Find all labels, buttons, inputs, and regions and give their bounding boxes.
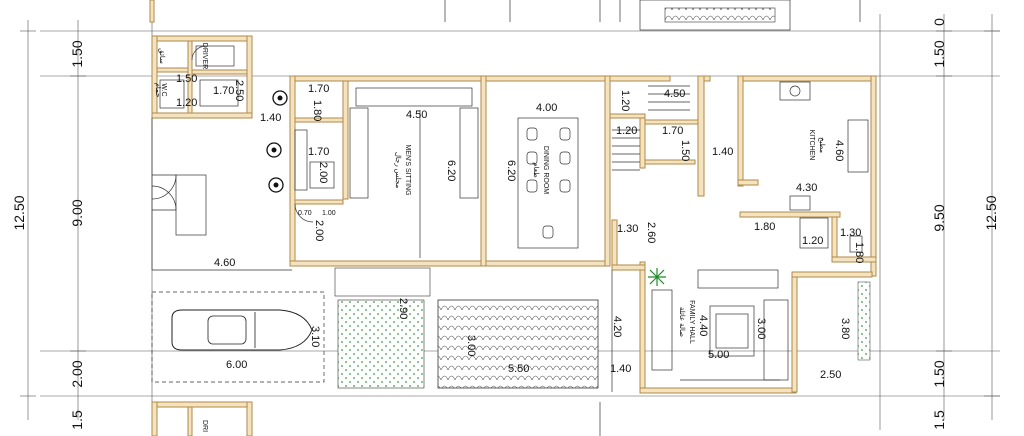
kitchen-label-ar: مطبخ — [818, 137, 826, 153]
plants-left — [266, 90, 288, 193]
left-dim-cut: 1.5 — [69, 410, 85, 430]
right-dim-top-small: 0 — [931, 18, 947, 26]
family-label: FAMILY HALL — [688, 300, 695, 344]
right-dim-cut: 1.5 — [931, 410, 947, 430]
dim-core-450: 4.50 — [664, 88, 685, 100]
dim-pool-300: 3.00 — [465, 335, 477, 356]
driver-label: DRIVER — [201, 43, 208, 69]
left-dim-bottom: 2.00 — [69, 360, 85, 387]
left-dim-total: 12.50 — [11, 195, 27, 230]
dim-mens-170: 1.70 — [308, 83, 329, 95]
dim-dining-400: 4.00 — [536, 102, 557, 114]
dim-mens-100: 1.00 — [322, 210, 336, 217]
garden-right — [857, 281, 871, 361]
dim-driver-2: 1.20 — [176, 97, 197, 109]
dim-mens-620: 6.20 — [445, 160, 457, 181]
dim-driver-4: 2.50 — [233, 80, 245, 101]
dining-label-ar: طعام — [532, 162, 540, 178]
top-neighbour — [149, 0, 861, 31]
driver-label-ar: سائق — [158, 48, 166, 64]
right-dim-middle: 9.50 — [931, 204, 947, 231]
dim-family-260: 2.60 — [645, 222, 657, 243]
dim-entrance-460: 4.60 — [214, 257, 235, 269]
dim-pool-550: 5.50 — [508, 363, 529, 375]
dim-mens-180: 1.80 — [311, 100, 323, 121]
dim-core-120b: 1.20 — [616, 125, 637, 137]
dim-core-140: 1.40 — [712, 146, 733, 158]
dim-garden-250: 2.50 — [820, 369, 841, 381]
dining-label: DINING ROOM — [542, 146, 549, 194]
dim-entrance-140: 1.40 — [260, 112, 281, 124]
dim-driver-1: 1.50 — [176, 73, 197, 85]
dim-wc-180: 1.80 — [853, 242, 865, 263]
dim-family-130: 1.30 — [617, 223, 638, 235]
dim-mens-070: 0.70 — [298, 210, 312, 217]
dim-parking-600: 6.00 — [226, 359, 247, 371]
mens-sitting-label-ar: مجلس رجال — [394, 152, 402, 189]
dim-family-420: 4.20 — [611, 316, 623, 337]
dim-family-140: 1.40 — [610, 363, 631, 375]
dim-kitchen-180: 1.80 — [754, 221, 775, 233]
dim-wc-120: 1.20 — [802, 235, 823, 247]
dim-kitchen-460: 4.60 — [833, 140, 845, 161]
dim-garden-380: 3.80 — [839, 318, 851, 339]
wc-label-ar: حمام — [154, 83, 162, 98]
bottom-neighbour — [151, 401, 601, 436]
dim-mens-200b: 2.00 — [313, 220, 325, 241]
right-dim-bottom: 1.50 — [931, 360, 947, 387]
dim-mens-200: 2.00 — [317, 162, 329, 183]
entrance-gate — [151, 118, 292, 271]
dim-parking-310: 3.10 — [309, 326, 321, 347]
right-dim-top: 1.50 — [931, 40, 947, 67]
dim-core-150: 1.50 — [679, 140, 691, 161]
dim-family-300: 3.00 — [755, 318, 767, 339]
mens-sitting-label: MEN'S SITTING — [404, 144, 411, 195]
dim-core-170: 1.70 — [662, 125, 683, 137]
dim-dining-620: 6.20 — [505, 160, 517, 181]
dim-family-500: 5.00 — [708, 349, 729, 361]
left-dim-top: 1.50 — [69, 40, 85, 67]
dim-mens-170b: 1.70 — [308, 146, 329, 158]
driver-bottom-label: DRI — [201, 420, 208, 432]
right-dim-total: 12.50 — [983, 195, 999, 230]
left-dim-middle: 9.00 — [69, 199, 85, 226]
kitchen-label: KITCHEN — [808, 130, 815, 161]
dim-family-440: 4.40 — [697, 315, 709, 336]
dim-wc-130a: 1.30 — [840, 227, 861, 239]
dim-driver-3: 1.70 — [213, 85, 234, 97]
dim-garden-290: 2.90 — [397, 298, 409, 319]
floor-plan: 1.50 9.00 12.50 2.00 1.5 0 1.50 9.50 12.… — [11, 0, 1000, 436]
dim-mens-450: 4.50 — [406, 109, 427, 121]
dim-core-120: 1.20 — [619, 90, 631, 111]
dim-kitchen-430: 4.30 — [796, 182, 817, 194]
bottom-landscape — [334, 267, 613, 392]
family-label-ar: صالة عائلة — [678, 307, 686, 337]
